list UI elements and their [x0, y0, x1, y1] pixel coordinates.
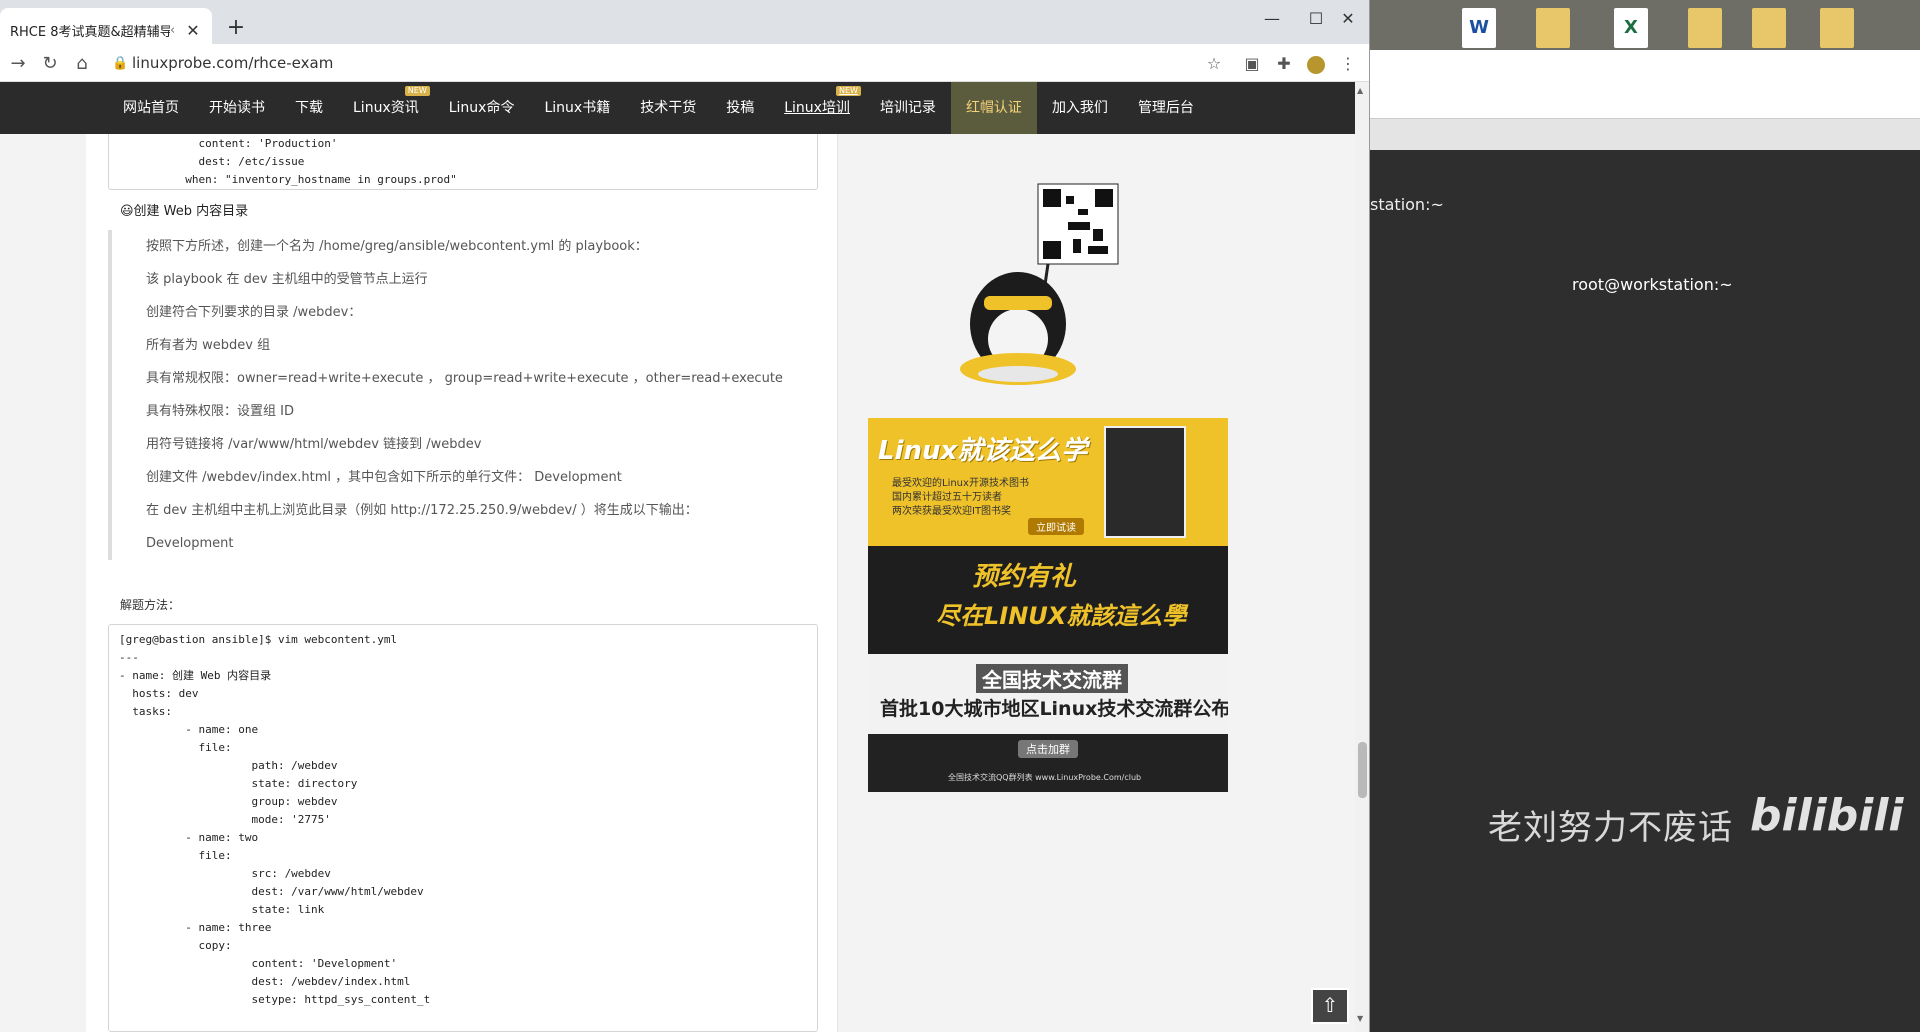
desktop-icons-strip: W X [1370, 0, 1920, 50]
url-text: linuxprobe.com/rhce-exam [132, 54, 334, 72]
ad-button[interactable]: 点击加群 [1018, 740, 1078, 758]
nav-item-home[interactable]: 网站首页 [108, 82, 194, 134]
requirement-line: 按照下方所述，创建一个名为 /home/greg/ansible/webcont… [146, 239, 648, 254]
reload-icon[interactable]: ↻ [36, 50, 64, 78]
nav-item-join-us[interactable]: 加入我们 [1037, 82, 1123, 134]
profile-avatar-icon[interactable] [1302, 50, 1330, 78]
word-document-icon[interactable]: W [1462, 8, 1496, 48]
desktop-area: W X station:~ root@workstation:~ 老刘努力不废话… [1370, 0, 1920, 1032]
nav-item-read[interactable]: 开始读书 [194, 82, 280, 134]
address-bar[interactable]: 🔒 linuxprobe.com/rhce-exam [112, 48, 1242, 78]
ad-line: 国内累计超过五十万读者 [892, 492, 1002, 503]
requirement-line: 具有常规权限：owner=read+write+execute ， group=… [146, 371, 783, 386]
ad-button[interactable]: 立即试读 [1028, 518, 1084, 535]
browser-toolbar: → ↻ ⌂ 🔒 linuxprobe.com/rhce-exam ☆ ▣ ✚ ⋮ [0, 44, 1369, 82]
book-cover-image [1104, 426, 1186, 538]
nav-item-linux-training[interactable]: Linux培训 NEW [769, 82, 865, 134]
nav-item-redhat-cert[interactable]: 红帽认证 [950, 82, 1037, 134]
book-ad-banner[interactable]: Linux就该这么学 最受欢迎的Linux开源技术图书 国内累计超过五十万读者 … [868, 418, 1228, 546]
article-column: content: 'Production' dest: /etc/issue w… [86, 134, 838, 1032]
nav-item-submit[interactable]: 投稿 [711, 82, 769, 134]
solution-label: 解题方法： [120, 598, 181, 612]
sidebar: Linux就该这么学 最受欢迎的Linux开源技术图书 国内累计超过五十万读者 … [838, 134, 1355, 1032]
scroll-thumb[interactable] [1358, 742, 1367, 798]
watermark-text: 老刘努力不废话 [1488, 808, 1733, 848]
ad-title: 全国技术交流群 [976, 664, 1128, 693]
terminal-title-bar [1370, 118, 1920, 150]
nav-item-training-records[interactable]: 培训记录 [865, 82, 951, 134]
folder-icon[interactable] [1820, 8, 1854, 48]
bookmark-star-icon[interactable]: ☆ [1200, 50, 1228, 78]
nav-item-linux-commands[interactable]: Linux命令 [434, 82, 530, 134]
nav-item-linux-books[interactable]: Linux书籍 [529, 82, 625, 134]
tab-title: RHCE 8考试真题&超精辅导 | [10, 24, 170, 40]
site-navigation: 网站首页 开始读书 下载 Linux资讯 NEW Linux命令 Linux书籍 … [0, 82, 1355, 134]
tech-group-ad-banner[interactable]: 全国技术交流群 首批10大城市地区Linux技术交流群公布 点击加群 全国技术交… [868, 654, 1228, 792]
requirements-quote: 按照下方所述，创建一个名为 /home/greg/ansible/webcont… [108, 230, 783, 560]
forward-arrow-icon[interactable]: → [4, 50, 32, 78]
close-window-button[interactable]: ✕ [1326, 4, 1369, 34]
requirement-line: 具有特殊权限：设置组 ID [146, 404, 294, 419]
nav-item-admin[interactable]: 管理后台 [1123, 82, 1209, 134]
requirement-line: 创建文件 /webdev/index.html ，其中包含如下所示的单行文件： … [146, 470, 622, 485]
folder-icon[interactable] [1536, 8, 1570, 48]
ad-subtitle: 首批10大城市地区Linux技术交流群公布 [880, 698, 1228, 720]
pdf-extension-icon[interactable]: ▣ [1238, 50, 1266, 78]
scroll-down-arrow-icon[interactable]: ▼ [1357, 1014, 1363, 1023]
folder-icon[interactable] [1688, 8, 1722, 48]
ad-title: 预约有礼 [972, 562, 1077, 592]
terminal-tab-left[interactable]: station:~ [1370, 195, 1444, 214]
extensions-icon[interactable]: ✚ [1270, 50, 1298, 78]
new-badge: NEW [404, 86, 430, 96]
requirement-line: Development [146, 536, 234, 551]
ad-subtitle: 尽在LINUX就該這么學 [936, 602, 1187, 630]
ad-line: 最受欢迎的Linux开源技术图书 [892, 478, 1029, 489]
excel-document-icon[interactable]: X [1614, 8, 1648, 48]
section-title: 😃创建 Web 内容目录 [120, 204, 249, 219]
qr-code-mascot-image [960, 183, 1119, 385]
nav-item-tech[interactable]: 技术干货 [625, 82, 711, 134]
solution-code-block: [greg@bastion ansible]$ vim webcontent.y… [108, 624, 818, 1032]
page-scrollbar[interactable]: ▲ ▼ [1355, 82, 1369, 1032]
browser-window: RHCE 8考试真题&超精辅导 | ‹ ✕ + — ☐ ✕ → ↻ ⌂ 🔒 li… [0, 0, 1370, 1032]
requirement-line: 所有者为 webdev 组 [146, 338, 271, 353]
folder-icon[interactable] [1752, 8, 1786, 48]
new-tab-button[interactable]: + [222, 14, 250, 42]
ad-line: 两次荣获最受欢迎IT图书奖 [892, 506, 1012, 517]
ad-footer: 全国技术交流QQ群列表 www.LinuxProbe.Com/club [948, 773, 1142, 782]
browser-menu-icon[interactable]: ⋮ [1334, 50, 1362, 78]
new-badge: NEW [835, 86, 861, 96]
gift-ad-banner[interactable]: 预约有礼 尽在LINUX就該這么學 [868, 546, 1228, 654]
terminal-window[interactable]: station:~ root@workstation:~ 老刘努力不废话 bil… [1370, 150, 1920, 1032]
requirement-line: 该 playbook 在 dev 主机组中的受管节点上运行 [146, 272, 428, 287]
terminal-tab-right[interactable]: root@workstation:~ [1572, 275, 1733, 294]
tab-close-icon[interactable]: ✕ [184, 21, 202, 40]
lock-icon: 🔒 [112, 55, 129, 71]
tab-audio-icon: ‹ [170, 22, 176, 38]
requirement-line: 用符号链接将 /var/www/html/webdev 链接到 /webdev [146, 437, 482, 452]
nav-item-linux-news[interactable]: Linux资讯 NEW [338, 82, 434, 134]
scroll-up-arrow-icon[interactable]: ▲ [1357, 86, 1363, 95]
minimize-button[interactable]: — [1250, 4, 1294, 34]
requirement-line: 在 dev 主机组中主机上浏览此目录（例如 http://172.25.250.… [146, 503, 698, 518]
home-icon[interactable]: ⌂ [68, 50, 96, 78]
page-content: content: 'Production' dest: /etc/issue w… [0, 134, 1355, 1032]
back-to-top-button[interactable]: ⇧ [1311, 988, 1349, 1024]
code-block-previous: content: 'Production' dest: /etc/issue w… [108, 134, 818, 190]
nav-item-download[interactable]: 下载 [280, 82, 338, 134]
ad-title: Linux就该这么学 [878, 436, 1088, 466]
requirement-line: 创建符合下列要求的目录 /webdev： [146, 305, 362, 320]
bilibili-logo: bilibili [1750, 790, 1904, 841]
